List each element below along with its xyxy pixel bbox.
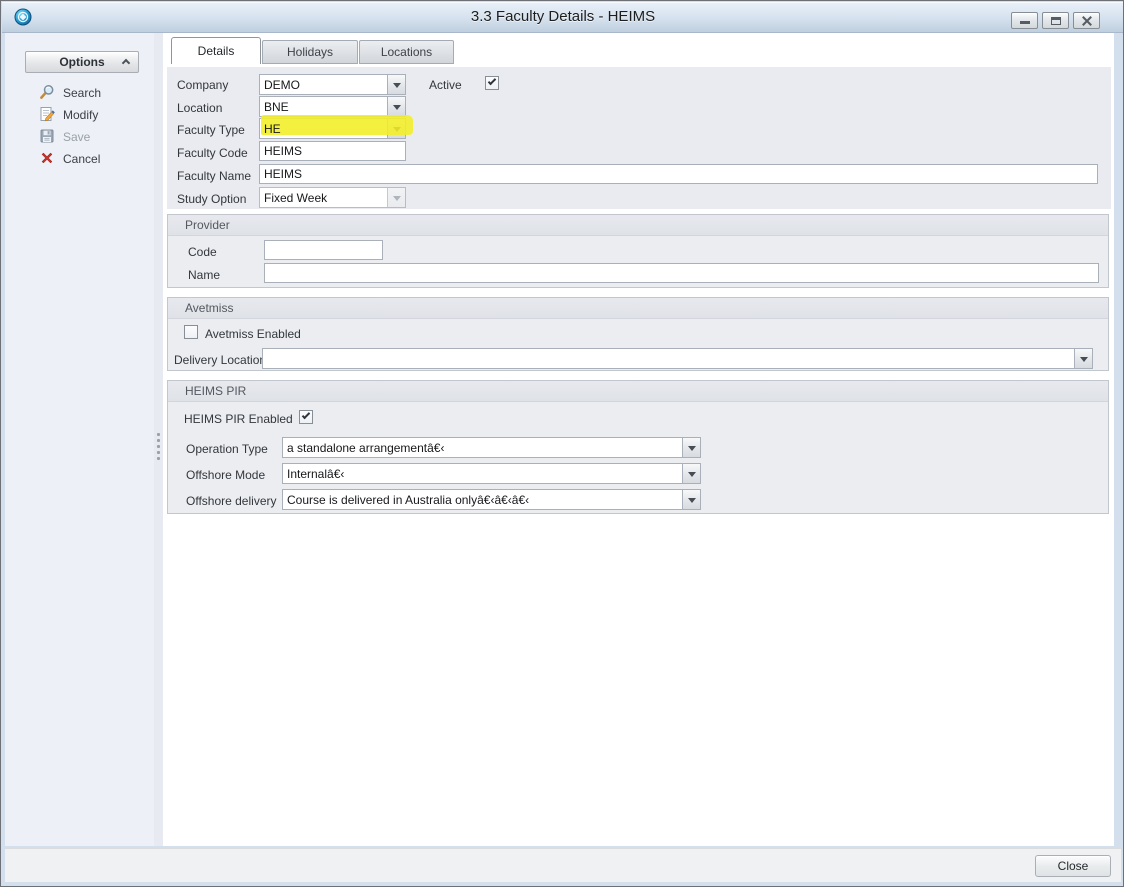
- titlebar: 3.3 Faculty Details - HEIMS: [2, 2, 1124, 33]
- faculty-code-label: Faculty Code: [177, 146, 248, 160]
- modify-icon: [39, 106, 55, 122]
- sidebar-item-label: Cancel: [63, 152, 100, 166]
- operation-type-label: Operation Type: [186, 442, 268, 456]
- chevron-down-icon: [688, 472, 696, 477]
- footer-bar: Close: [5, 848, 1121, 882]
- heims-pir-group-header: HEIMS PIR: [168, 381, 1108, 402]
- provider-code-label: Code: [188, 245, 217, 259]
- panel-splitter[interactable]: [154, 33, 163, 846]
- faculty-type-dropdown[interactable]: HE: [259, 118, 406, 139]
- company-label: Company: [177, 78, 228, 92]
- offshore-mode-label: Offshore Mode: [186, 468, 265, 482]
- close-window-button[interactable]: [1073, 12, 1100, 29]
- search-icon: [39, 84, 55, 100]
- faculty-form-area: Company DEMO Active Location BNE Faculty…: [167, 67, 1111, 209]
- chevron-down-icon: [1080, 357, 1088, 362]
- provider-group: Provider Code Name: [167, 214, 1109, 288]
- heims-pir-enabled-checkbox[interactable]: [299, 410, 313, 424]
- cancel-icon: [39, 150, 55, 166]
- dropdown-arrow-button[interactable]: [682, 438, 700, 457]
- sidebar-item-label: Save: [63, 130, 90, 144]
- company-dropdown[interactable]: DEMO: [259, 74, 406, 95]
- tab-details[interactable]: Details: [171, 37, 261, 64]
- dropdown-arrow-button[interactable]: [682, 490, 700, 509]
- collapse-chevron-icon: [122, 59, 130, 67]
- close-button[interactable]: Close: [1035, 855, 1111, 877]
- highlight-annotation: [261, 115, 413, 135]
- tab-locations[interactable]: Locations: [359, 40, 454, 64]
- active-label: Active: [429, 78, 462, 92]
- details-tab-page: Details Holidays Locations Company DEMO …: [163, 33, 1114, 846]
- provider-code-input[interactable]: [264, 240, 383, 260]
- sidebar-item-label: Search: [63, 86, 101, 100]
- offshore-delivery-dropdown[interactable]: Course is delivered in Australia onlyâ€‹…: [282, 489, 701, 510]
- operation-type-dropdown[interactable]: a standalone arrangementâ€‹: [282, 437, 701, 458]
- heims-pir-enabled-label: HEIMS PIR Enabled: [184, 412, 293, 426]
- chevron-down-icon: [393, 196, 401, 201]
- faculty-code-input[interactable]: HEIMS: [259, 141, 406, 161]
- check-icon: [488, 77, 496, 85]
- options-panel: Options Search Modify: [5, 33, 154, 846]
- offshore-mode-dropdown[interactable]: Internalâ€‹: [282, 463, 701, 484]
- dropdown-arrow-button[interactable]: [1074, 349, 1092, 368]
- check-icon: [302, 411, 310, 419]
- avetmiss-group: Avetmiss Avetmiss Enabled Delivery Locat…: [167, 297, 1109, 371]
- sidebar-item-label: Modify: [63, 108, 98, 122]
- provider-group-header: Provider: [168, 215, 1108, 236]
- options-panel-header[interactable]: Options: [25, 51, 139, 73]
- location-label: Location: [177, 101, 222, 115]
- delivery-location-dropdown[interactable]: [262, 348, 1093, 369]
- dropdown-arrow-button[interactable]: [387, 97, 405, 116]
- chevron-down-icon: [688, 498, 696, 503]
- study-option-label: Study Option: [177, 192, 246, 206]
- chevron-down-icon: [688, 446, 696, 451]
- study-option-dropdown[interactable]: Fixed Week: [259, 187, 406, 208]
- chevron-down-icon: [393, 105, 401, 110]
- faculty-name-label: Faculty Name: [177, 169, 251, 183]
- provider-name-input[interactable]: [264, 263, 1099, 283]
- provider-name-label: Name: [188, 268, 220, 282]
- faculty-type-label: Faculty Type: [177, 123, 245, 137]
- delivery-location-label: Delivery Location: [174, 353, 266, 367]
- avetmiss-group-header: Avetmiss: [168, 298, 1108, 319]
- chevron-down-icon: [393, 83, 401, 88]
- active-checkbox[interactable]: [485, 76, 499, 90]
- avetmiss-enabled-label: Avetmiss Enabled: [205, 327, 301, 341]
- dropdown-arrow-button[interactable]: [387, 75, 405, 94]
- window-title: 3.3 Faculty Details - HEIMS: [2, 8, 1124, 25]
- offshore-delivery-label: Offshore delivery: [186, 494, 277, 508]
- minimize-button[interactable]: [1011, 12, 1038, 29]
- avetmiss-enabled-checkbox[interactable]: [184, 325, 198, 339]
- location-dropdown[interactable]: BNE: [259, 96, 406, 117]
- maximize-icon: [1051, 17, 1061, 25]
- heims-pir-group: HEIMS PIR HEIMS PIR Enabled Operation Ty…: [167, 380, 1109, 514]
- save-icon: [39, 128, 55, 144]
- splitter-grip-icon: [157, 433, 160, 436]
- dropdown-arrow-button[interactable]: [682, 464, 700, 483]
- maximize-button[interactable]: [1042, 12, 1069, 29]
- faculty-name-input[interactable]: HEIMS: [259, 164, 1098, 184]
- tab-holidays[interactable]: Holidays: [262, 40, 358, 64]
- close-icon: [1081, 16, 1093, 26]
- dropdown-arrow-button: [387, 188, 405, 207]
- minimize-icon: [1020, 21, 1030, 24]
- faculty-details-window: 3.3 Faculty Details - HEIMS Options Sear…: [0, 0, 1124, 887]
- options-panel-title: Options: [59, 55, 104, 69]
